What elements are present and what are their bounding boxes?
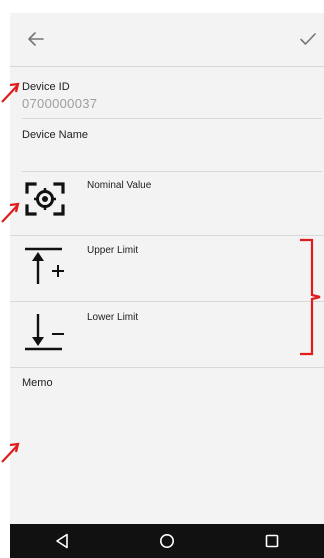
- upper-limit-row[interactable]: Upper Limit: [10, 236, 324, 301]
- nav-back-triangle-icon: [56, 533, 69, 549]
- device-id-value: 0700000037: [22, 96, 98, 111]
- device-id-underline: [22, 118, 322, 119]
- lower-limit-icon: [25, 314, 64, 351]
- android-nav-bar: [10, 524, 324, 558]
- device-name-underline: [22, 171, 322, 172]
- row-separator: [10, 367, 324, 368]
- nav-home-circle-icon: [159, 534, 174, 548]
- app-bar-divider: [10, 66, 324, 67]
- device-name-field[interactable]: Device Name: [22, 129, 88, 141]
- nav-recents-square-icon: [265, 534, 278, 548]
- upper-limit-label: Upper Limit: [87, 245, 139, 256]
- memo-field[interactable]: Memo: [22, 377, 53, 389]
- device-name-label: Device Name: [22, 129, 89, 141]
- app-bar: [10, 13, 324, 66]
- settings-screen: Device ID 0700000037 Device Name Nominal…: [10, 13, 324, 524]
- lower-limit-label: Lower Limit: [87, 312, 139, 323]
- nominal-value-label: Nominal Value: [87, 180, 152, 191]
- memo-label: Memo: [22, 377, 53, 389]
- nav-back-button[interactable]: [50, 529, 74, 553]
- upper-limit-icon: [25, 247, 64, 284]
- check-icon[interactable]: [296, 27, 320, 51]
- device-id-label: Device ID: [22, 81, 70, 93]
- target-crosshair-icon: [25, 182, 65, 216]
- back-arrow-icon[interactable]: [24, 27, 48, 51]
- nav-recents-button[interactable]: [260, 529, 284, 553]
- device-id-field[interactable]: Device ID 0700000037: [22, 81, 97, 111]
- nav-home-button[interactable]: [155, 529, 179, 553]
- lower-limit-row[interactable]: Lower Limit: [10, 302, 324, 367]
- nominal-value-row[interactable]: Nominal Value: [10, 173, 324, 235]
